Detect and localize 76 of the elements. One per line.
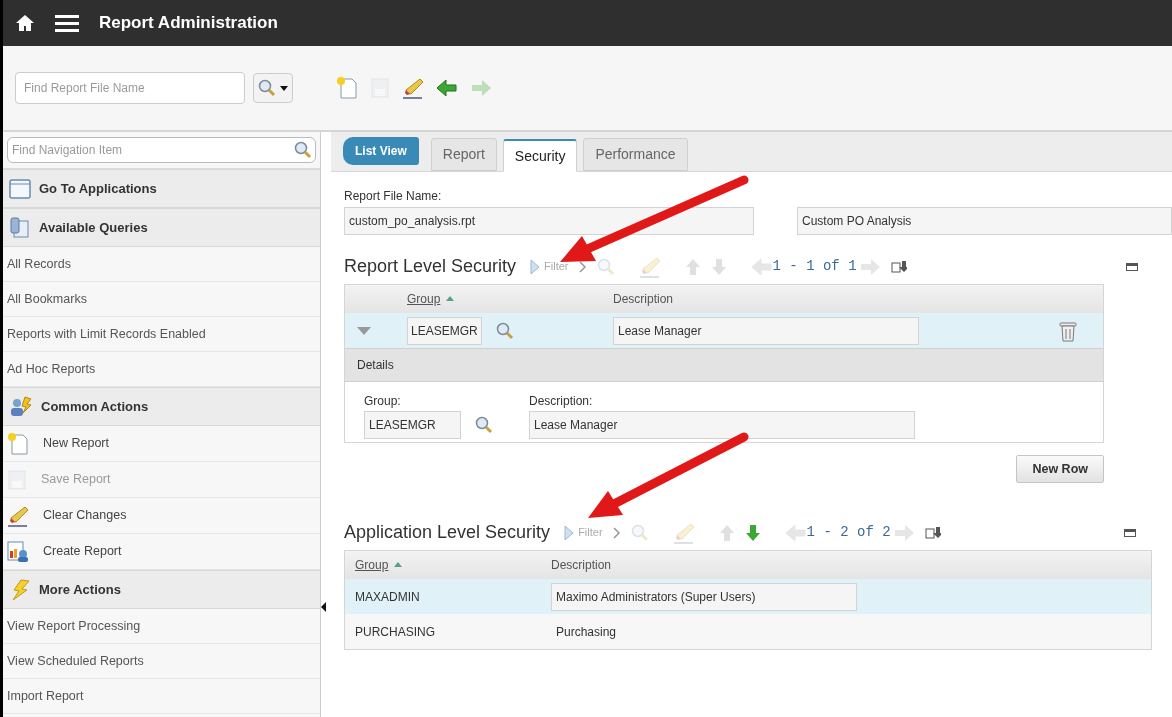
field-label: Report File Name: xyxy=(344,188,443,205)
trash-icon[interactable] xyxy=(1059,319,1077,342)
column-header[interactable]: Group xyxy=(355,556,389,574)
pagination-text: 1 - 2 of 2 xyxy=(806,523,891,542)
navigation-search-field[interactable]: Find Navigation Item xyxy=(7,137,316,163)
back-arrow-icon[interactable] xyxy=(436,78,458,98)
new-document-icon[interactable] xyxy=(336,76,358,100)
input-field[interactable]: Lease Manager xyxy=(529,411,915,439)
pagination-text: 1 - 1 of 1 xyxy=(772,257,857,276)
table-row[interactable]: LEASEMGR Lease Manager xyxy=(345,313,1103,348)
lookup-icon[interactable] xyxy=(495,321,514,340)
search-menu-button[interactable] xyxy=(253,73,293,103)
section-title: Available Queries xyxy=(39,218,148,237)
input-field[interactable]: custom_po_analysis.rpt xyxy=(344,207,754,235)
chevron-icon[interactable] xyxy=(578,260,587,273)
sort-ascending-icon[interactable] xyxy=(394,562,403,568)
sidebar-link[interactable]: Import Report xyxy=(7,686,84,706)
sidebar-link[interactable]: Ad Hoc Reports xyxy=(7,359,96,379)
down-arrow-icon[interactable] xyxy=(744,523,761,542)
list-view-button[interactable]: List View xyxy=(343,137,419,165)
column-header: Description xyxy=(551,557,613,574)
lookup-icon[interactable] xyxy=(475,416,493,434)
section-title: More Actions xyxy=(39,580,121,599)
sidebar-link[interactable]: Reports with Limit Records Enabled xyxy=(7,324,206,344)
sidebar-link[interactable]: Clear Changes xyxy=(43,506,127,525)
menu-icon[interactable] xyxy=(55,13,79,33)
people-lightning-icon xyxy=(9,395,33,418)
input-field[interactable]: LEASEMGR xyxy=(364,411,461,439)
tab[interactable]: Report xyxy=(430,138,497,171)
section-title: Common Actions xyxy=(41,397,149,416)
table-cell-text: Purchasing xyxy=(555,623,618,641)
caret-icon xyxy=(280,85,288,91)
section-title: Go To Applications xyxy=(39,179,157,198)
home-icon[interactable] xyxy=(15,13,35,33)
search-field[interactable]: Find Report File Name xyxy=(15,72,245,104)
details-title: Details xyxy=(357,357,394,374)
table-row[interactable]: PURCHASING Purchasing xyxy=(345,614,1151,649)
input-field[interactable]: Maximo Administrators (Super Users) xyxy=(551,582,857,611)
minimize-icon[interactable] xyxy=(1126,262,1138,271)
field-label: Group: xyxy=(364,393,402,410)
document-stack-icon xyxy=(9,216,31,239)
sidebar-link[interactable]: All Records xyxy=(7,254,71,274)
sidebar-link[interactable]: View Report Processing xyxy=(7,616,141,636)
eraser-icon[interactable] xyxy=(402,77,424,99)
report-chart-icon xyxy=(7,540,29,563)
sort-ascending-icon[interactable] xyxy=(446,296,455,302)
minimize-icon[interactable] xyxy=(1124,528,1136,537)
download-icon[interactable] xyxy=(924,525,941,540)
field-label: Description: xyxy=(529,393,594,410)
table-row[interactable]: MAXADMIN Maximo Administrators (Super Users) xyxy=(345,579,1151,614)
sidebar-link[interactable]: New Report xyxy=(43,434,109,453)
input-field[interactable]: Custom PO Analysis xyxy=(797,207,1172,235)
section-title: Report Level Security xyxy=(344,255,517,278)
column-header: Description xyxy=(613,291,675,308)
sidebar-link[interactable]: All Bookmarks xyxy=(7,289,87,309)
new-row-button[interactable]: New Row xyxy=(1016,455,1104,483)
window-icon xyxy=(9,177,31,200)
table-cell-text: MAXADMIN xyxy=(354,588,421,606)
chevron-icon[interactable] xyxy=(612,526,621,539)
page-title: Report Administration xyxy=(99,12,278,35)
search-icon xyxy=(294,141,312,159)
filter-icon[interactable] xyxy=(530,258,541,275)
sidebar-link[interactable]: Create Report xyxy=(43,542,122,561)
tab[interactable]: Performance xyxy=(583,138,688,171)
table-cell-text: PURCHASING xyxy=(354,623,436,641)
input-field[interactable]: LEASEMGR xyxy=(407,316,482,345)
download-icon[interactable] xyxy=(890,259,907,274)
search-icon xyxy=(258,79,276,97)
input-field[interactable]: Lease Manager xyxy=(613,316,919,345)
tab[interactable]: Security xyxy=(502,139,578,172)
filter-icon[interactable] xyxy=(564,524,575,541)
sidebar-link[interactable]: View Scheduled Reports xyxy=(7,651,144,671)
column-header[interactable]: Group xyxy=(407,290,441,308)
new-document-icon xyxy=(7,431,29,456)
eraser-icon xyxy=(7,504,29,527)
section-title: Application Level Security xyxy=(344,521,551,544)
